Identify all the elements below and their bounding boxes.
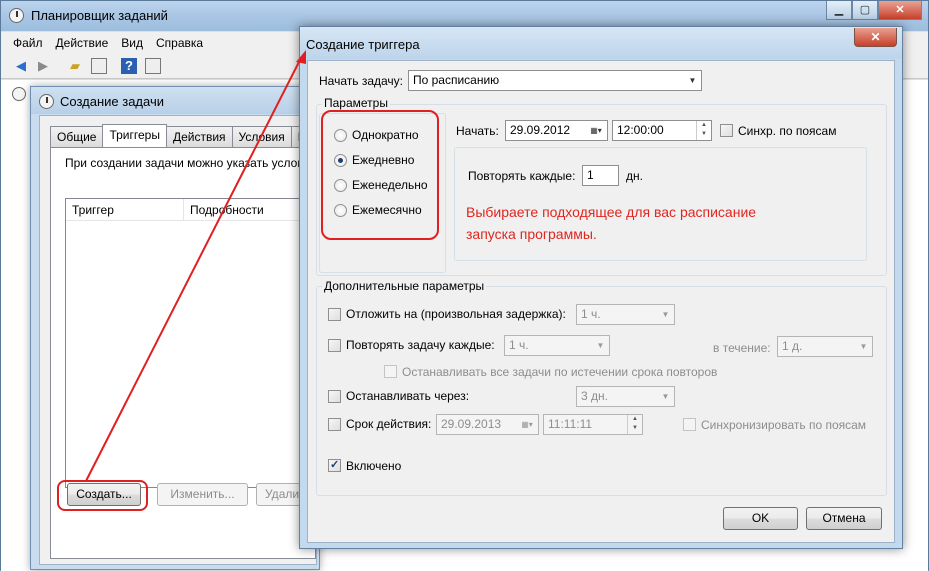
tab-triggers[interactable]: Триггеры	[102, 124, 167, 147]
arrow-head	[296, 50, 306, 64]
arrow-line	[85, 57, 302, 482]
annotation-arrow	[85, 50, 306, 482]
